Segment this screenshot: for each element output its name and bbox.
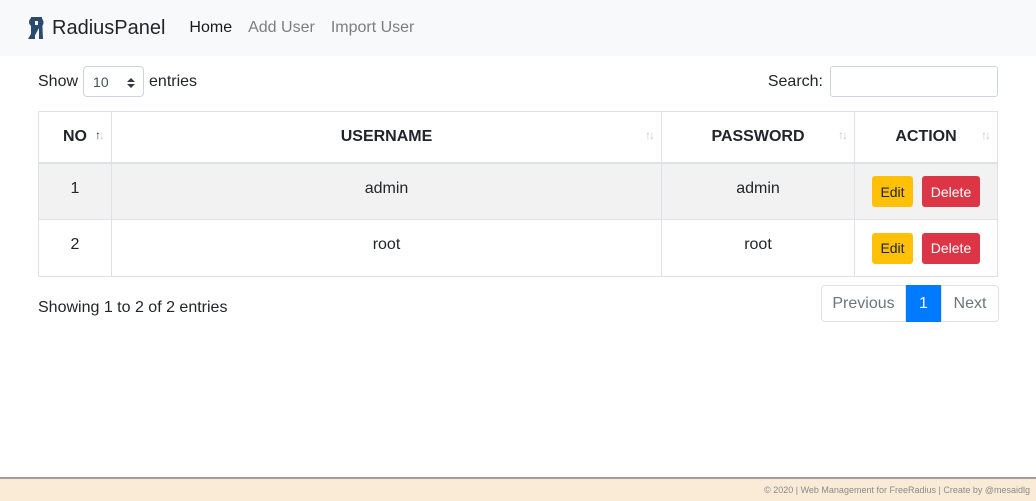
- page-length-select[interactable]: 10: [83, 66, 145, 97]
- column-header-action[interactable]: ACTION ↑↓: [855, 112, 997, 162]
- sort-icon: ↑↓: [981, 128, 991, 142]
- cell-password: root: [662, 220, 855, 276]
- pagination: Previous 1 Next: [821, 285, 999, 322]
- nav-add-user[interactable]: Add User: [240, 19, 323, 37]
- table-controls: Show 10 entries Search:: [38, 66, 998, 98]
- edit-button[interactable]: Edit: [872, 232, 913, 264]
- cell-username: root: [112, 220, 662, 276]
- column-header-username[interactable]: USERNAME ↑↓: [112, 112, 662, 162]
- cell-username: admin: [112, 164, 662, 219]
- brand[interactable]: RadiusPanel: [16, 13, 165, 43]
- sort-icon: ↑↓: [645, 128, 655, 142]
- previous-page-button[interactable]: Previous: [821, 285, 906, 322]
- column-header-no[interactable]: NO ↑↓: [39, 112, 112, 162]
- column-header-password[interactable]: PASSWORD ↑↓: [662, 112, 855, 162]
- cell-no: 1: [39, 164, 112, 219]
- table-info: Showing 1 to 2 of 2 entries: [38, 299, 228, 316]
- sort-asc-icon: ↑↓: [95, 128, 105, 142]
- column-label: NO: [63, 128, 87, 145]
- column-label: PASSWORD: [711, 128, 805, 145]
- sort-icon: ↑↓: [838, 128, 848, 142]
- search-input[interactable]: [830, 66, 998, 97]
- select-caret-icon: [127, 76, 136, 92]
- brand-name: RadiusPanel: [52, 16, 166, 39]
- table-row: 1 admin admin Edit Delete: [39, 164, 997, 220]
- footer-text: © 2020 | Web Management for FreeRadius |…: [764, 485, 1030, 495]
- show-label: Show: [38, 72, 79, 90]
- column-label: ACTION: [895, 128, 957, 145]
- cell-no: 2: [39, 220, 112, 276]
- table-header: NO ↑↓ USERNAME ↑↓ PASSWORD ↑↓ ACTION ↑↓: [39, 112, 997, 164]
- radiuspanel-logo-icon: [16, 13, 46, 43]
- delete-button[interactable]: Delete: [922, 232, 980, 264]
- column-label: USERNAME: [340, 128, 433, 145]
- cell-actions: Edit Delete: [855, 220, 997, 276]
- table-row: 2 root root Edit Delete: [39, 220, 997, 276]
- cell-password: admin: [662, 164, 855, 219]
- entries-label: entries: [149, 72, 198, 90]
- page-1-button[interactable]: 1: [906, 285, 941, 322]
- edit-button[interactable]: Edit: [872, 176, 913, 207]
- footer: © 2020 | Web Management for FreeRadius |…: [0, 477, 1036, 501]
- page-length-value: 10: [93, 73, 109, 90]
- nav-import-user[interactable]: Import User: [323, 19, 423, 37]
- page-length-control: Show 10 entries: [38, 66, 197, 97]
- cell-actions: Edit Delete: [855, 164, 997, 219]
- nav-links: Home Add User Import User: [181, 19, 422, 37]
- search-label: Search:: [767, 72, 823, 90]
- nav-home[interactable]: Home: [181, 19, 240, 37]
- search-control: Search:: [768, 66, 998, 97]
- users-table: NO ↑↓ USERNAME ↑↓ PASSWORD ↑↓ ACTION ↑↓ …: [38, 111, 998, 277]
- next-page-button[interactable]: Next: [941, 285, 999, 322]
- delete-button[interactable]: Delete: [922, 176, 980, 207]
- navbar: RadiusPanel Home Add User Import User: [0, 0, 1036, 56]
